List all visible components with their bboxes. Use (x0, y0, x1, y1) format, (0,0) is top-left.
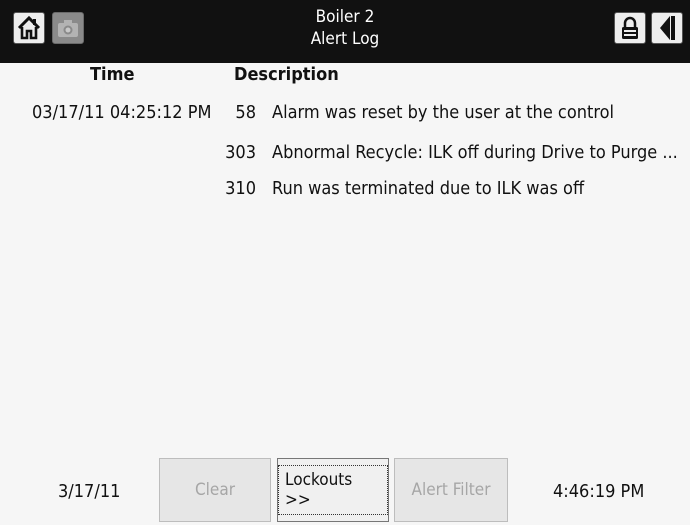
alert-description: Abnormal Recycle: ILK off during Drive t… (272, 142, 678, 163)
lockouts-button-label: Lockouts >> (278, 465, 388, 515)
title-line-2: Alert Log (310, 29, 380, 49)
alert-code: 310 (225, 178, 256, 199)
alert-filter-button[interactable]: Alert Filter (394, 458, 508, 522)
alert-row[interactable]: 303 Abnormal Recycle: ILK off during Dri… (0, 136, 690, 170)
lock-button[interactable] (614, 12, 646, 44)
column-header-description: Description (234, 64, 339, 85)
alert-filter-button-label: Alert Filter (411, 480, 491, 500)
alert-time: 03/17/11 04:25:12 PM (32, 102, 212, 123)
clear-button[interactable]: Clear (159, 458, 271, 522)
current-time: 4:46:19 PM (553, 481, 645, 502)
alert-description: Run was terminated due to ILK was off (272, 178, 585, 199)
title-line-1: Boiler 2 (315, 7, 375, 27)
alert-log-screen: Boiler 2 Alert Log Time Description 03/1… (0, 0, 690, 525)
clear-button-label: Clear (194, 480, 235, 500)
alert-description: Alarm was reset by the user at the contr… (272, 102, 615, 123)
screen-title: Boiler 2 Alert Log (0, 6, 690, 50)
lockouts-button[interactable]: Lockouts >> (277, 458, 389, 522)
alert-row[interactable]: 03/17/11 04:25:12 PM 58 Alarm was reset … (0, 96, 690, 130)
header-bar: Boiler 2 Alert Log (0, 0, 690, 63)
lock-icon (622, 16, 638, 39)
alert-code: 303 (225, 142, 256, 163)
back-button[interactable] (651, 12, 683, 44)
alert-code: 58 (235, 102, 256, 123)
back-icon (660, 16, 675, 40)
current-date: 3/17/11 (58, 481, 121, 502)
column-header-time: Time (90, 64, 135, 85)
alert-row[interactable]: 310 Run was terminated due to ILK was of… (0, 172, 690, 206)
